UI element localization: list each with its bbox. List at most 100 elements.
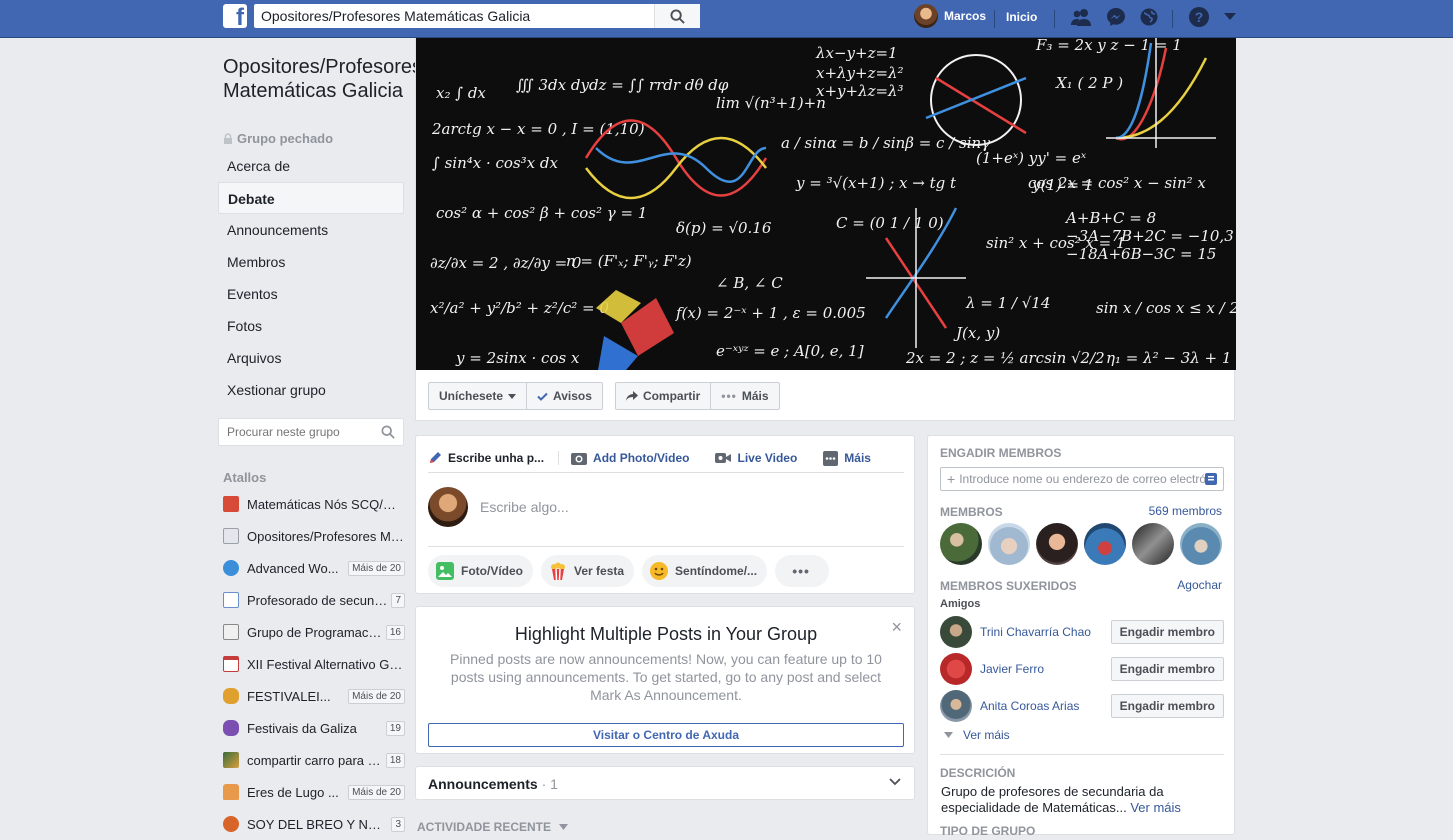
camera-icon <box>571 453 588 465</box>
watch-party-button[interactable]: Ver festa <box>541 555 635 587</box>
cover-photo[interactable]: x₂ ∫ dx ∭ 3dx dydz = ∫∫ rrdr dθ dφ lim √… <box>416 38 1236 370</box>
add-member-button[interactable]: Engadir membro <box>1110 620 1224 644</box>
add-members-input[interactable]: + Introduce nome ou enderezo de correo e… <box>940 467 1224 491</box>
global-search-input[interactable] <box>254 4 654 28</box>
svg-text:y = 2sinx · cos x: y = 2sinx · cos x <box>455 349 580 367</box>
shortcut-item[interactable]: Grupo de Programación 16 <box>223 616 405 648</box>
nav-item-events[interactable]: Eventos <box>218 278 404 310</box>
help-icon[interactable]: ? <box>1188 6 1210 28</box>
shortcut-item[interactable]: compartir carro para festivais18 <box>223 744 405 776</box>
avatar[interactable] <box>940 616 972 648</box>
profile-link[interactable]: Marcos <box>914 4 986 28</box>
member-avatar[interactable] <box>1036 523 1078 565</box>
notifications-label: Avisos <box>553 389 592 403</box>
nav-item-discussion[interactable]: Debate <box>218 182 404 214</box>
suggested-member-name[interactable]: Anita Coroas Arias <box>980 699 1111 713</box>
shortcut-item[interactable]: FESTIVALEI... Máis de 20 <box>223 680 405 712</box>
shortcut-item[interactable]: Profesorado de secundaria7 <box>223 584 405 616</box>
feeling-button[interactable]: Sentíndome/... <box>642 555 768 587</box>
svg-text:f(x) = 2⁻ˣ + 1 , ε = 0.005: f(x) = 2⁻ˣ + 1 , ε = 0.005 <box>675 304 866 322</box>
announcement-promo-card: Highlight Multiple Posts in Your Group ×… <box>415 606 915 754</box>
promo-title: Highlight Multiple Posts in Your Group <box>514 624 818 644</box>
avatar[interactable] <box>940 690 972 722</box>
chevron-down-icon[interactable] <box>888 775 902 789</box>
add-members-placeholder: Introduce nome ou enderezo de correo ele… <box>959 472 1216 486</box>
announcements-section[interactable]: Announcements · 1 <box>415 766 915 800</box>
description-see-more[interactable]: Ver máis <box>1130 800 1181 815</box>
shortcut-item[interactable]: XII Festival Alternativo Galego <box>223 648 405 680</box>
joined-button[interactable]: Uníchesete <box>428 382 528 410</box>
tab-live-video[interactable]: Live Video <box>715 451 811 465</box>
pencil-icon <box>430 452 441 463</box>
add-members-title: ENGADIR MEMBROS <box>940 446 1062 460</box>
tab-write-post[interactable]: Escribe unha p... <box>428 451 560 465</box>
shortcut-item[interactable]: Matemáticas Nós SCQ/Matemáticas... <box>223 488 405 520</box>
popcorn-icon <box>551 562 565 580</box>
unread-badge: Máis de 20 <box>348 784 405 800</box>
photo-video-button[interactable]: Foto/Vídeo <box>428 555 533 587</box>
hide-link[interactable]: Agochar <box>1177 578 1222 592</box>
group-type-title: TIPO DE GRUPO <box>940 824 1036 838</box>
suggested-member-name[interactable]: Trini Chavarría Chao <box>980 625 1111 639</box>
nav-item-photos[interactable]: Fotos <box>218 310 404 342</box>
messenger-icon[interactable] <box>1105 6 1127 28</box>
nav-item-members[interactable]: Membros <box>218 246 404 278</box>
help-center-button[interactable]: Visitar o Centro de Axuda <box>428 723 904 747</box>
account-menu-icon[interactable] <box>1219 6 1241 28</box>
tab-add-photo[interactable]: Add Photo/Video <box>571 451 703 465</box>
member-avatar[interactable] <box>1084 523 1126 565</box>
members-count-link[interactable]: 569 membros <box>1149 504 1222 518</box>
more-options-button[interactable]: ••• <box>775 555 830 587</box>
shortcut-item[interactable]: Advanced Wo... Máis de 20 <box>223 552 405 584</box>
add-member-button[interactable]: Engadir membro <box>1110 694 1224 718</box>
nav-item-files[interactable]: Arquivos <box>218 342 404 374</box>
watch-party-label: Ver festa <box>574 564 625 578</box>
group-icon <box>223 624 239 640</box>
nav-item-about[interactable]: Acerca de <box>218 150 404 182</box>
post-composer: Escribe unha p... Add Photo/Video Live V… <box>415 435 915 594</box>
notifications-button[interactable]: Avisos <box>527 382 603 410</box>
search-button[interactable] <box>654 4 700 28</box>
member-avatar[interactable] <box>988 523 1030 565</box>
share-button[interactable]: Compartir <box>614 382 712 410</box>
close-icon[interactable]: × <box>891 617 902 638</box>
member-avatar[interactable] <box>1132 523 1174 565</box>
more-button[interactable]: ••• Máis <box>711 382 780 410</box>
lock-icon <box>224 133 232 144</box>
suggested-member-name[interactable]: Javier Ferro <box>980 662 1111 676</box>
svg-text:lim √(n³+1)+n: lim √(n³+1)+n <box>716 94 826 112</box>
chevron-down-icon <box>944 732 953 738</box>
more-dots-icon: ••• <box>721 389 737 403</box>
member-avatar[interactable] <box>1180 523 1222 565</box>
shortcut-item[interactable]: Opositores/Profesores Matemáticas Galici… <box>223 520 405 552</box>
svg-text:η₁ = λ² − 3λ + 1 + 0: η₁ = λ² − 3λ + 1 + 0 <box>1106 349 1236 367</box>
nav-item-announcements[interactable]: Announcements <box>218 214 404 246</box>
composer-input[interactable]: Escribe algo... <box>480 499 569 515</box>
group-description: Grupo de profesores de secundaria da esp… <box>941 784 1221 816</box>
shortcut-item[interactable]: Eres de Lugo ... Máis de 20 <box>223 776 405 808</box>
tab-more[interactable]: Máis <box>823 450 885 466</box>
shortcut-item[interactable]: Festivais da Galiza 19 <box>223 712 405 744</box>
shortcut-item[interactable]: SOY DEL BREO Y NO ME MUERO3 <box>223 808 405 840</box>
friend-requests-icon[interactable] <box>1070 6 1092 28</box>
svg-text:2x = 2 ; z = ½ arcsin √2/2: 2x = 2 ; z = ½ arcsin √2/2 <box>905 349 1105 367</box>
nav-item-manage-group[interactable]: Xestionar grupo <box>218 374 404 406</box>
home-link[interactable]: Inicio <box>1006 10 1037 24</box>
facebook-logo[interactable]: f <box>223 4 247 28</box>
check-icon <box>537 392 548 401</box>
search-icon[interactable] <box>381 425 395 439</box>
add-member-button[interactable]: Engadir membro <box>1110 657 1224 681</box>
top-bar: f Marcos Inicio ? <box>0 0 1453 38</box>
group-info-card: ENGADIR MEMBROS + Introduce nome ou ende… <box>927 435 1235 838</box>
group-title[interactable]: Opositores/Profesores Matemáticas Galici… <box>223 55 422 103</box>
rock-hand-icon <box>223 688 239 704</box>
see-more-suggestions[interactable]: Ver máis <box>944 728 1010 742</box>
avatar[interactable] <box>940 653 972 685</box>
divider <box>994 10 995 28</box>
group-search-input[interactable] <box>219 419 379 445</box>
member-avatar[interactable] <box>940 523 982 565</box>
share-buttons: Compartir ••• Máis <box>614 382 780 410</box>
notifications-globe-icon[interactable] <box>1138 6 1160 28</box>
joined-label: Uníchesete <box>439 389 504 403</box>
member-avatars <box>940 523 1222 565</box>
